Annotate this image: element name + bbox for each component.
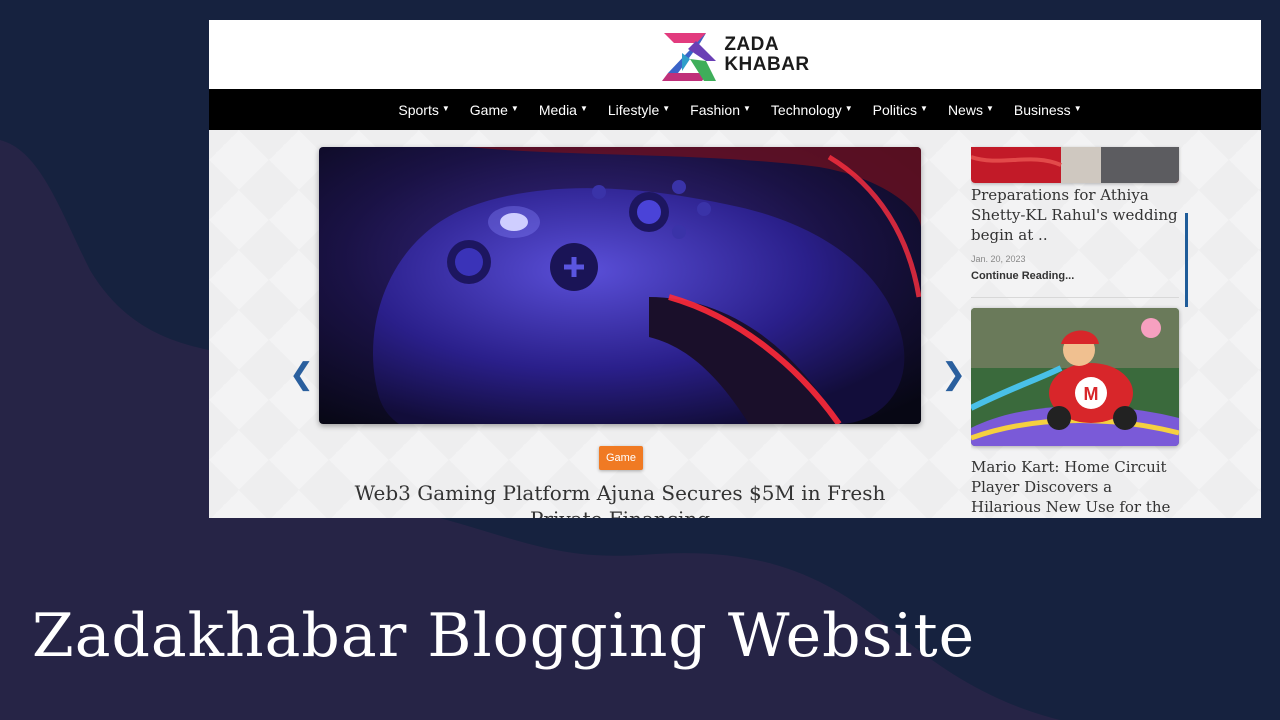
post-date: Jan. 20, 2023: [971, 254, 1026, 264]
slider-prev-button[interactable]: ❮: [289, 360, 314, 390]
chevron-down-icon: ▼: [985, 104, 994, 113]
nav-label: Lifestyle: [607, 101, 660, 118]
nav-label: Sports: [398, 101, 439, 118]
post-thumbnail[interactable]: [971, 147, 1179, 183]
page-caption: Zadakhabar Blogging Website: [32, 601, 976, 671]
wedding-image: [971, 147, 1179, 183]
chevron-down-icon: ▼: [441, 104, 450, 113]
continue-reading-link[interactable]: Continue Reading...: [971, 270, 1074, 282]
nav-item-news[interactable]: News ▼: [948, 102, 994, 118]
nav-label: Business: [1013, 101, 1071, 118]
logo-text: ZADA KHABAR: [724, 33, 810, 75]
chevron-left-icon: ❮: [289, 357, 315, 392]
nav-item-politics[interactable]: Politics ▼: [873, 102, 928, 118]
featured-headline[interactable]: Web3 Gaming Platform Ajuna Secures $5M i…: [319, 480, 921, 518]
slider-next-button[interactable]: ❯: [941, 360, 966, 390]
chevron-down-icon: ▼: [1073, 104, 1082, 113]
nav-label: Politics: [872, 101, 918, 118]
nav-label: Game: [469, 101, 508, 118]
main-nav: Sports ▼ Game ▼ Media ▼ Lifestyle ▼ Fashion ▼…: [209, 89, 1261, 130]
divider: [971, 297, 1179, 298]
chevron-down-icon: ▼: [510, 104, 519, 113]
website-screenshot: ZADA KHABAR Sports ▼ Game ▼ Media ▼ Lifesty…: [209, 20, 1261, 518]
sidebar-posts: Preparations for Athiya Shetty-KL Rahul'…: [971, 130, 1189, 518]
post-title[interactable]: Preparations for Athiya Shetty-KL Rahul'…: [971, 185, 1183, 245]
nav-label: News: [947, 101, 983, 118]
nav-label: Technology: [770, 101, 842, 118]
logo-line1: ZADA: [724, 33, 780, 55]
nav-item-game[interactable]: Game ▼: [470, 102, 519, 118]
nav-item-fashion[interactable]: Fashion ▼: [690, 102, 751, 118]
post-title[interactable]: Mario Kart: Home Circuit Player Discover…: [971, 457, 1183, 518]
mario-kart-image: M: [971, 308, 1179, 446]
nav-item-lifestyle[interactable]: Lifestyle ▼: [608, 102, 670, 118]
chevron-down-icon: ▼: [662, 104, 671, 113]
logo-line2: KHABAR: [724, 53, 810, 75]
sidebar-scrollbar[interactable]: [1185, 213, 1188, 307]
chevron-right-icon: ❯: [941, 357, 967, 392]
post-thumbnail[interactable]: M: [971, 308, 1179, 446]
nav-label: Fashion: [690, 101, 740, 118]
nav-label: Media: [538, 101, 577, 118]
category-badge[interactable]: Game: [599, 446, 643, 470]
chevron-down-icon: ▼: [844, 104, 853, 113]
featured-slide-image[interactable]: [319, 147, 921, 424]
svg-text:M: M: [1084, 384, 1099, 404]
zk-logo-icon: [662, 32, 717, 81]
site-header: ZADA KHABAR: [209, 20, 1261, 89]
chevron-down-icon: ▼: [920, 104, 928, 113]
controller-image: [319, 147, 921, 424]
site-logo[interactable]: ZADA KHABAR: [660, 27, 809, 83]
chevron-down-icon: ▼: [742, 104, 751, 113]
nav-item-business[interactable]: Business ▼: [1014, 102, 1082, 118]
chevron-down-icon: ▼: [579, 104, 588, 113]
nav-item-media[interactable]: Media ▼: [539, 102, 588, 118]
main-content: ❮ ❯ Game Web3 Gaming Platform Ajuna Secu…: [209, 130, 1261, 518]
nav-item-technology[interactable]: Technology ▼: [771, 102, 853, 118]
nav-item-sports[interactable]: Sports ▼: [398, 102, 449, 118]
